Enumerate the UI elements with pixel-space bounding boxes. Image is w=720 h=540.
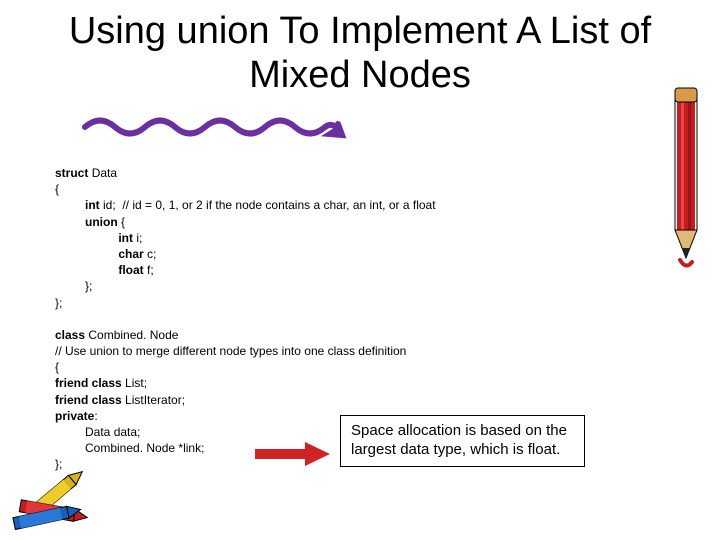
code-text: { (55, 182, 59, 196)
crayons-icon (5, 455, 100, 535)
kw-union: union (55, 215, 121, 229)
arrow-icon (255, 442, 330, 466)
kw-int: int (55, 231, 136, 245)
code-text: c; (147, 247, 156, 261)
code-text: ListIterator; (125, 393, 185, 407)
code-text: }; (55, 279, 92, 293)
kw-friend: friend class (55, 376, 125, 390)
kw-private: private (55, 409, 94, 423)
code-text: : (94, 409, 97, 423)
code-text: // Use union to merge different node typ… (55, 344, 406, 358)
code-text: Combined. Node *link; (55, 441, 204, 455)
slide-title: Using union To Implement A List of Mixed… (0, 0, 720, 97)
code-text: List; (125, 376, 147, 390)
code-text: { (55, 360, 59, 374)
code-text: Data (92, 166, 117, 180)
kw-float: float (55, 263, 147, 277)
code-text: { (121, 215, 125, 229)
kw-friend: friend class (55, 393, 125, 407)
code-text: Combined. Node (88, 328, 178, 342)
kw-struct: struct (55, 166, 92, 180)
pencil-icon (660, 80, 710, 270)
kw-char: char (55, 247, 147, 261)
code-text: i; (136, 231, 142, 245)
code-text: Data data; (55, 425, 140, 439)
squiggle-underline (80, 112, 350, 142)
code-text: }; (55, 296, 62, 310)
kw-class: class (55, 328, 88, 342)
code-text: id; // id = 0, 1, or 2 if the node conta… (103, 198, 436, 212)
code-text: f; (147, 263, 154, 277)
note-box: Space allocation is based on the largest… (340, 415, 585, 467)
kw-int: int (55, 198, 103, 212)
